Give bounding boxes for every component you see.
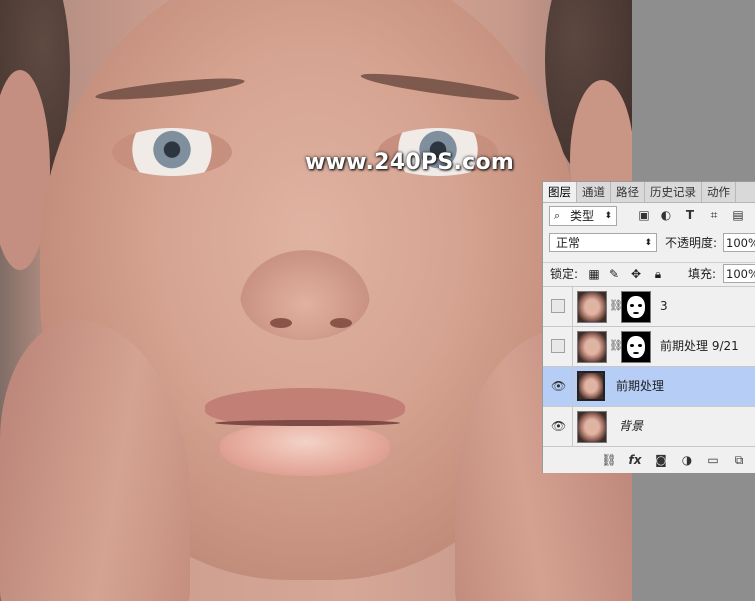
visibility-toggle[interactable] (551, 339, 565, 353)
layer-name[interactable]: 前期处理 9/21 (660, 327, 739, 366)
panel-tabs: 图层 通道 路径 历史记录 动作 (543, 182, 755, 203)
lock-all-icon[interactable]: 🔒︎ (651, 266, 665, 282)
fill-label: 填充: (688, 267, 717, 281)
layer-row-preprocess-copy[interactable]: ⛓ 前期处理 9/21 (543, 326, 755, 366)
lock-position-move-icon[interactable]: ✥ (629, 266, 643, 282)
eye-icon[interactable]: 👁︎ (551, 379, 566, 393)
eye-icon[interactable]: 👁︎ (551, 419, 566, 433)
folder-icon[interactable]: ▭ (705, 452, 721, 468)
mask-icon[interactable]: ◙ (653, 452, 669, 468)
layer-row-preprocess[interactable]: 👁︎ 前期处理 (543, 366, 755, 406)
chevron-icon: ⬍ (604, 211, 612, 221)
lock-label: 锁定: (550, 267, 579, 281)
link-icon[interactable]: ⛓ (601, 452, 617, 468)
lock-pixels-brush-icon[interactable]: ✎ (607, 266, 621, 282)
divider (572, 407, 573, 446)
chevron-icon: ⬍ (644, 238, 652, 248)
divider (572, 287, 573, 326)
type-filter-icon[interactable]: T (683, 208, 697, 222)
shape-filter-icon[interactable]: ⌗ (707, 208, 721, 222)
filter-row: ⌕ 类型 ⬍ ▣ ◐ T ⌗ ▤ (543, 205, 755, 227)
layer-row-3[interactable]: ⛓ 3 (543, 286, 755, 326)
fx-icon[interactable]: fx (627, 452, 643, 468)
opacity-label: 不透明度: (665, 236, 718, 250)
blend-mode-select[interactable]: 正常 ⬍ (549, 233, 657, 252)
tab-channels[interactable]: 通道 (577, 182, 611, 202)
layer-mask-thumbnail[interactable] (621, 291, 651, 323)
tab-paths[interactable]: 路径 (611, 182, 645, 202)
fill-input[interactable]: 100% (723, 264, 755, 283)
layer-thumbnail (577, 331, 607, 363)
nostril-left (270, 318, 292, 328)
filter-type-label: 类型 (570, 209, 595, 223)
filter-type-select[interactable]: ⌕ 类型 ⬍ (549, 206, 617, 226)
tab-layers[interactable]: 图层 (543, 182, 577, 202)
layer-name[interactable]: 3 (660, 287, 668, 326)
lip-line (215, 420, 400, 426)
blend-mode-value: 正常 (556, 236, 581, 250)
panel-bottom-bar: ⛓ fx ◙ ◑ ▭ ⧉ (543, 446, 755, 473)
layers-panel: 图层 通道 路径 历史记录 动作 ⌕ 类型 ⬍ ▣ ◐ T ⌗ ▤ 正常 ⬍ 不… (542, 181, 755, 473)
lower-lip (220, 424, 390, 476)
layer-thumbnail (577, 291, 607, 323)
smart-object-filter-icon[interactable]: ▤ (731, 208, 745, 222)
layer-thumbnail (577, 371, 605, 401)
new-layer-icon[interactable]: ⧉ (731, 452, 747, 468)
layer-row-background[interactable]: 👁︎ 背景 (543, 406, 755, 446)
layer-name[interactable]: 背景 (619, 407, 643, 446)
tab-history[interactable]: 历史记录 (645, 182, 702, 202)
blend-row: 正常 ⬍ 不透明度: 100% (543, 233, 755, 255)
search-icon: ⌕ (554, 209, 561, 222)
image-filter-icon[interactable]: ▣ (637, 208, 651, 222)
lock-transparency-icon[interactable]: ▦ (587, 266, 601, 282)
nose (240, 250, 370, 340)
layer-thumbnail (577, 411, 607, 443)
lock-row: 锁定: ▦ ✎ ✥ 🔒︎ 填充: 100% (543, 262, 755, 285)
adjustment-filter-icon[interactable]: ◐ (659, 208, 673, 222)
adjustment-icon[interactable]: ◑ (679, 452, 695, 468)
visibility-toggle[interactable] (551, 299, 565, 313)
opacity-input[interactable]: 100% (723, 233, 755, 252)
layer-list: ⛓ 3 ⛓ 前期处理 9/21 👁︎ 前期处理 👁︎ 背景 (543, 286, 755, 446)
portrait-photo (0, 0, 632, 601)
divider (572, 367, 573, 406)
nostril-right (330, 318, 352, 328)
eye-left (112, 128, 232, 176)
layer-mask-thumbnail[interactable] (621, 331, 651, 363)
layer-name[interactable]: 前期处理 (616, 367, 664, 406)
tab-actions[interactable]: 动作 (702, 182, 736, 202)
watermark-text: www.240PS.com (305, 150, 515, 175)
divider (572, 327, 573, 366)
